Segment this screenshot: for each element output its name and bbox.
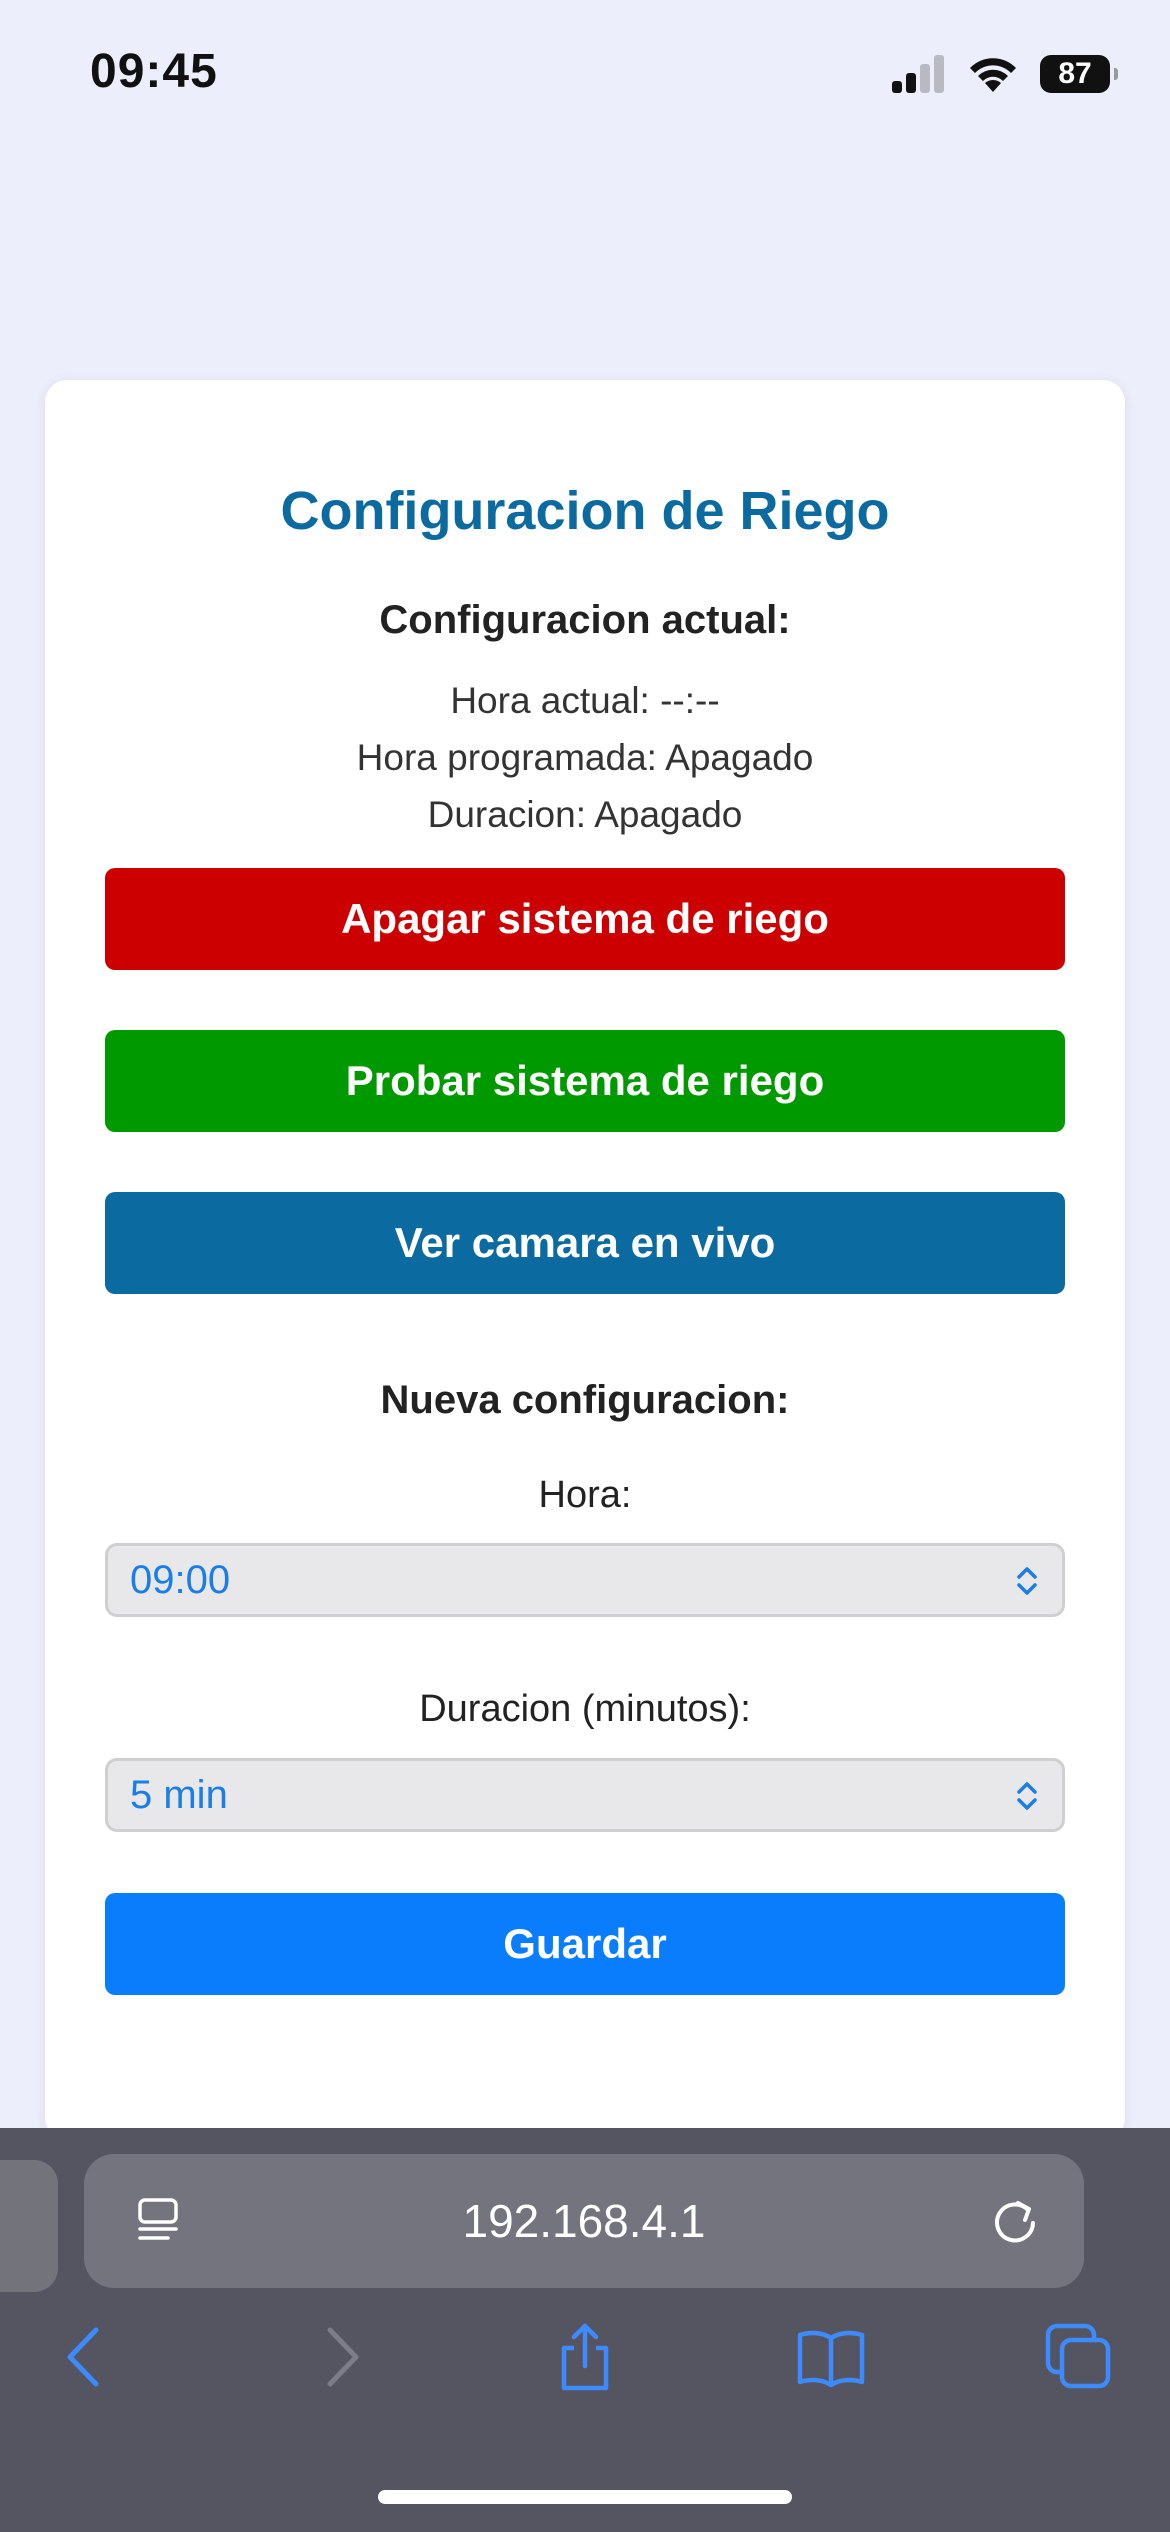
url-text: 192.168.4.1 — [462, 2195, 706, 2247]
share-icon[interactable] — [550, 2322, 620, 2392]
page-title: Configuracion de Riego — [280, 481, 890, 541]
back-icon[interactable] — [52, 2322, 122, 2392]
cellular-signal-icon — [892, 55, 946, 93]
reload-icon[interactable] — [988, 2194, 1042, 2248]
scheduled-time-text: Hora programada: Apagado — [356, 737, 814, 778]
settings-card: Configuracion de Riego Configuracion act… — [45, 380, 1125, 2140]
previous-tab-preview[interactable] — [0, 2160, 58, 2292]
wifi-icon — [970, 58, 1016, 92]
turn-off-irrigation-button[interactable]: Apagar sistema de riego — [105, 868, 1065, 970]
battery-icon: 87 — [1040, 55, 1118, 93]
new-config-heading: Nueva configuracion: — [380, 1378, 790, 1422]
live-camera-button[interactable]: Ver camara en vivo — [105, 1192, 1065, 1294]
select-updown-chevron-icon — [1017, 1782, 1037, 1810]
bookmarks-icon[interactable] — [796, 2322, 866, 2392]
hour-label: Hora: — [538, 1474, 632, 1516]
tabs-icon[interactable] — [1044, 2322, 1114, 2392]
duration-text: Duracion: Apagado — [427, 794, 743, 835]
save-button[interactable]: Guardar — [105, 1893, 1065, 1995]
duration-select-value: 5 min — [130, 1773, 228, 1817]
status-time: 09:45 — [90, 45, 218, 98]
select-updown-chevron-icon — [1017, 1567, 1037, 1595]
current-time-text: Hora actual: --:-- — [450, 680, 720, 721]
current-config-heading: Configuracion actual: — [379, 598, 791, 642]
hour-select-value: 09:00 — [130, 1558, 231, 1602]
hour-select[interactable]: 09:00 — [105, 1543, 1065, 1617]
duration-select[interactable]: 5 min — [105, 1758, 1065, 1832]
home-indicator — [378, 2490, 792, 2504]
status-bar: 09:45 87 — [0, 0, 1170, 150]
status-icons: 87 — [892, 50, 1118, 98]
forward-icon[interactable] — [304, 2322, 374, 2392]
test-irrigation-button[interactable]: Probar sistema de riego — [105, 1030, 1065, 1132]
duration-label: Duracion (minutos): — [419, 1688, 751, 1730]
address-bar[interactable]: 192.168.4.1 — [84, 2154, 1084, 2288]
